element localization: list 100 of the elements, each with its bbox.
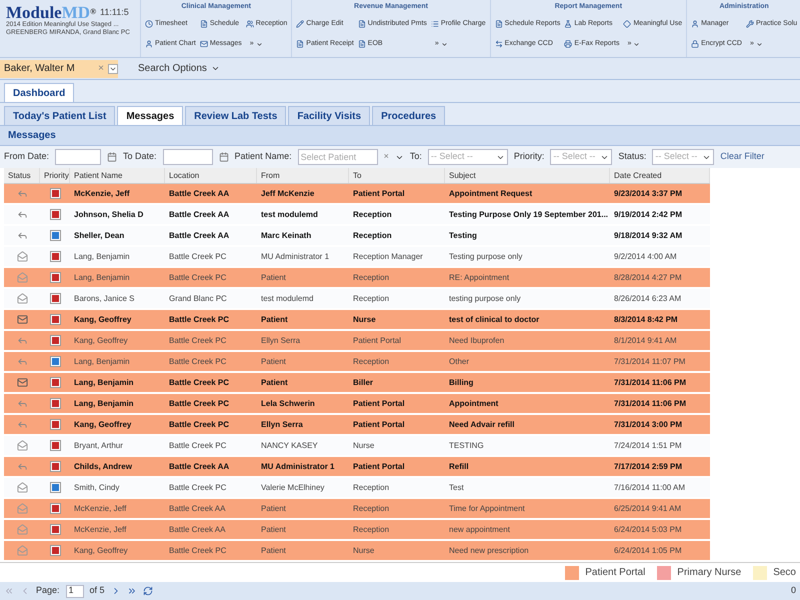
table-cell-text: 7/31/2014 11:07 PM — [613, 356, 686, 368]
table-row[interactable]: Childs, Andrew Battle Creek AA MU Administrator 1 Patient Portal Refill 7/17/2014 2:59 PM — [4, 457, 710, 478]
table-row[interactable]: McKenzie, Jeff Battle Creek AA Patient Reception Time for Appointment 6/25/2014 9:41 AM — [4, 499, 710, 520]
priority-icon — [50, 357, 60, 366]
table-cell-text: 6/24/2014 5:03 PM — [613, 524, 683, 536]
page-label: Page: — [36, 584, 60, 598]
column-header[interactable]: Subject — [445, 168, 610, 183]
table-cell-text: Appointment Request — [448, 188, 534, 200]
table-cell-text: Appointment — [448, 398, 500, 410]
filter-label: Status: — [618, 150, 646, 164]
table-cell-text: Battle Creek PC — [168, 418, 230, 430]
calendar-icon[interactable] — [218, 152, 229, 162]
column-header[interactable]: Priority — [40, 168, 70, 183]
refresh-icon[interactable] — [142, 586, 153, 596]
table-row[interactable]: Barons, Janice S Grand Blanc PC test modulemd Reception testing purpose only 8/26/2014 6:23 AM — [4, 289, 710, 310]
table-cell-text: test modulemd — [260, 292, 314, 304]
calendar-icon[interactable] — [107, 152, 118, 162]
table-cell-text: 6/25/2014 9:41 AM — [613, 502, 682, 514]
table-row[interactable]: Kang, Geoffrey Battle Creek PC Patient Nurse test of clinical to doctor 8/3/2014 8:42 PM — [4, 310, 710, 331]
table-row[interactable]: Sheller, Dean Battle Creek AA Marc Keinath Reception Testing 9/18/2014 9:32 AM — [4, 226, 710, 247]
tab[interactable]: Facility Visits — [288, 106, 370, 125]
clear-filter-link[interactable]: Clear Filter — [720, 150, 764, 164]
document-icon — [358, 20, 366, 28]
table-cell-text: Need new prescription — [448, 544, 530, 556]
column-header[interactable]: Location — [165, 168, 257, 183]
table-cell-text: 7/16/2014 11:00 AM — [613, 482, 686, 494]
table-row[interactable]: Kang, Geoffrey Battle Creek PC Patient Nurse Need new prescription 6/24/2014 1:05 PM — [4, 541, 710, 562]
last-page-icon[interactable] — [126, 586, 137, 596]
envelope-icon — [16, 377, 28, 388]
from-date-field[interactable] — [55, 149, 102, 165]
document-icon — [358, 40, 366, 48]
table-cell-text: Childs, Andrew — [73, 460, 133, 472]
table-cell-text: 9/18/2014 9:32 AM — [613, 230, 684, 242]
clock-time: 11:11:5 — [100, 6, 129, 19]
table-row[interactable]: Bryant, Arthur Battle Creek PC NANCY KASEY Nurse TESTING 7/24/2014 1:51 PM — [4, 436, 710, 457]
table-cell-text: Battle Creek AA — [168, 208, 230, 220]
table-cell-text: Battle Creek PC — [168, 376, 230, 388]
table-cell-text: Lang, Benjamin — [73, 376, 135, 388]
tab[interactable]: Review Lab Tests — [185, 106, 286, 125]
diamond-icon — [623, 20, 632, 28]
table-cell-text: Patient Portal — [352, 418, 406, 430]
column-header[interactable]: Patient Name — [70, 168, 165, 183]
table-row[interactable]: Smith, Cindy Battle Creek PC Valerie McElhiney Reception Test 7/16/2014 11:00 AM — [4, 478, 710, 499]
column-header[interactable]: Status — [4, 168, 40, 183]
table-cell-text: Reception — [352, 482, 390, 494]
table-cell-text: 7/17/2014 2:59 PM — [613, 460, 684, 472]
table-cell-text: Kang, Geoffrey — [73, 544, 129, 556]
priority-icon — [50, 231, 60, 240]
list-icon — [430, 20, 439, 28]
table-cell-text: NANCY KASEY — [260, 440, 319, 452]
table-row[interactable]: Kang, Geoffrey Battle Creek PC Ellyn Serra Patient Portal Need Ibuprofen 8/1/2014 9:41 AM — [4, 331, 710, 352]
table-cell-text: Jeff McKenzie — [260, 188, 316, 200]
table-cell-text: Patient — [260, 544, 287, 556]
table-cell-text: Kang, Geoffrey — [73, 418, 132, 430]
legend-label: Primary Nurse — [677, 566, 742, 580]
column-header[interactable]: To — [349, 168, 445, 183]
column-header[interactable]: Date Created — [610, 168, 710, 183]
table-row[interactable]: Johnson, Shelia D Battle Creek AA test modulemd Reception Testing Purpose Only 19 September 201... 9/19/2014 2:42 PM — [4, 205, 710, 226]
flask-icon — [564, 20, 572, 28]
table-cell-text: Battle Creek PC — [168, 356, 228, 368]
table-row[interactable]: Lang, Benjamin Battle Creek PC Lela Schwerin Patient Portal Appointment 7/31/2014 11:06 PM — [4, 394, 710, 415]
table-cell-text: Battle Creek PC — [168, 544, 228, 556]
table-row[interactable]: Lang, Benjamin Battle Creek PC Patient Reception RE: Appointment 8/28/2014 4:27 PM — [4, 268, 710, 289]
table-cell-text: Other — [448, 356, 470, 368]
priority-icon — [50, 441, 60, 450]
logo: ModuleMD$^{®}$ — [6, 4, 96, 21]
tab[interactable]: Messages — [117, 106, 184, 125]
search-options-button[interactable]: Search Options — [138, 61, 220, 76]
tab[interactable]: Today's Patient List — [4, 106, 116, 125]
table-row[interactable]: Lang, Benjamin Battle Creek PC Patient Biller Billing 7/31/2014 11:06 PM — [4, 373, 710, 394]
table-cell-text: Battle Creek PC — [168, 334, 228, 346]
table-cell-text: McKenzie, Jeff — [73, 502, 128, 514]
table-row[interactable]: McKenzie, Jeff Battle Creek AA Patient Reception new appointment 6/24/2014 5:03 PM — [4, 520, 710, 541]
table-cell-text: Patient — [260, 524, 287, 536]
table-cell-text: Battle Creek AA — [168, 524, 226, 536]
table-cell-text: Lang, Benjamin — [73, 272, 131, 284]
priority-icon — [50, 504, 60, 513]
column-header[interactable]: From — [257, 168, 349, 183]
corner-text: 0 — [790, 584, 796, 598]
table-cell-text: Patient — [260, 376, 289, 388]
caret-icon — [256, 40, 263, 48]
table-cell-text: Reception — [352, 230, 393, 242]
table-cell-text: Testing Purpose Only 19 September 201... — [448, 208, 610, 220]
envelope-icon — [16, 314, 28, 325]
table-row[interactable]: McKenzie, Jeff Battle Creek AA Jeff McKenzie Patient Portal Appointment Request 9/23/2014 3:37 PM — [4, 184, 710, 205]
tab[interactable]: Dashboard — [4, 83, 74, 102]
table-row[interactable]: Lang, Benjamin Battle Creek PC MU Administrator 1 Reception Manager Testing purpose only 9/2/2014 4:00 AM — [4, 247, 710, 268]
patient-name-field[interactable]: Select Patient — [298, 149, 378, 165]
reply-icon — [16, 335, 28, 346]
tab[interactable]: Procedures — [372, 106, 446, 125]
table-cell-text: test of clinical to doctor — [448, 314, 540, 326]
table-row[interactable]: Lang, Benjamin Battle Creek PC Patient Reception Other 7/31/2014 11:07 PM — [4, 352, 710, 373]
open-envelope-icon — [16, 482, 28, 493]
table-cell-text: Ellyn Serra — [260, 334, 302, 346]
priority-icon — [50, 294, 60, 303]
table-row[interactable]: Kang, Geoffrey Battle Creek PC Ellyn Serra Patient Portal Need Advair refill 7/31/2014 3:00 PM — [4, 415, 710, 436]
table-cell-text: MU Administrator 1 — [260, 250, 330, 262]
to-date-field[interactable] — [162, 149, 213, 165]
table-cell-text: Need Ibuprofen — [448, 334, 506, 346]
page-field[interactable]: 1 — [66, 584, 84, 598]
